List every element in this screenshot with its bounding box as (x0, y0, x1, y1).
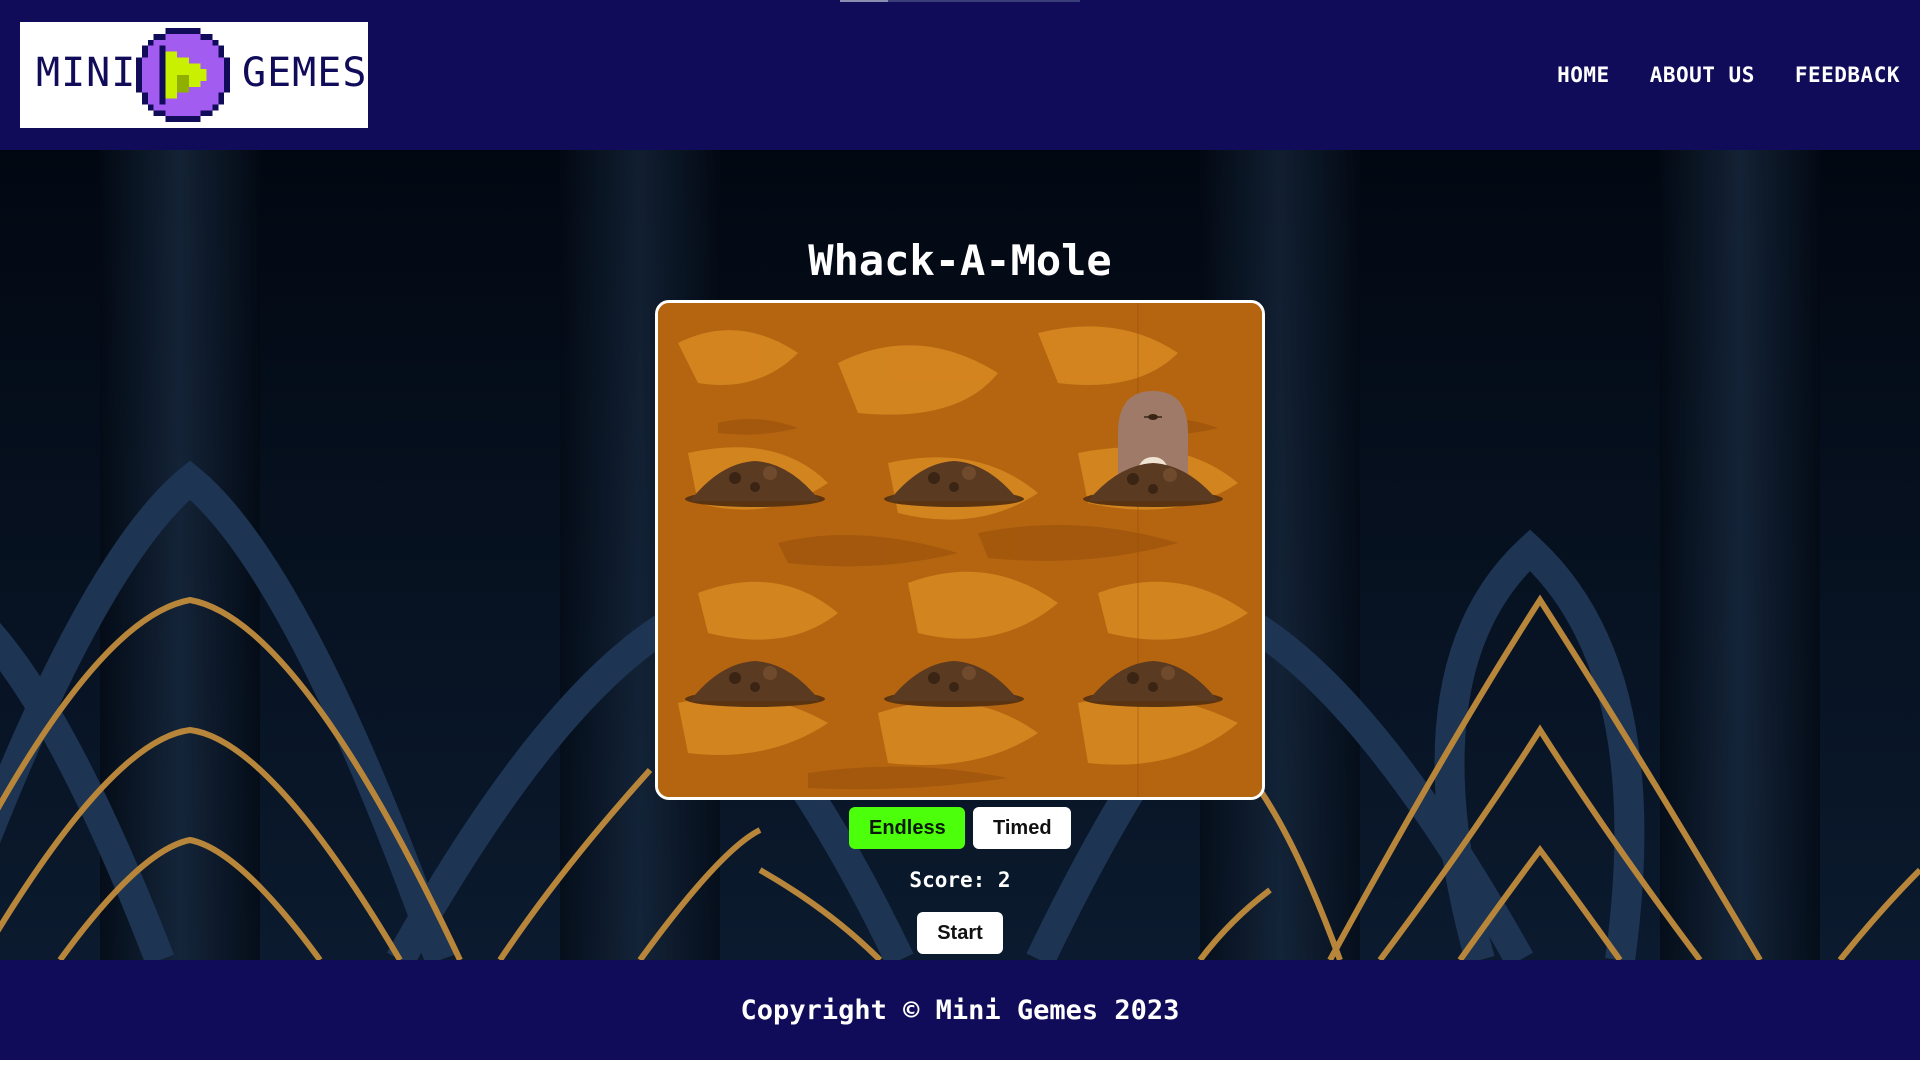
copyright-text: Copyright © Mini Gemes 2023 (740, 994, 1180, 1026)
nav-about-us-link[interactable]: ABOUT US (1650, 63, 1755, 87)
nav-home-link[interactable]: HOME (1557, 63, 1610, 87)
site-logo[interactable]: MINI GEMES (20, 22, 368, 128)
pixel-play-coin-icon (136, 28, 230, 122)
mode-selector: Endless Timed (0, 807, 1920, 849)
timed-mode-button[interactable]: Timed (973, 807, 1071, 849)
mole-hole-5[interactable] (879, 623, 1029, 713)
mole-hole-6[interactable] (1078, 623, 1228, 713)
mole-hole-2[interactable] (879, 423, 1029, 513)
mole-hole-1[interactable] (680, 423, 830, 513)
nav-feedback-link[interactable]: FEEDBACK (1795, 63, 1900, 87)
mole-hole-3[interactable] (1078, 373, 1228, 513)
logo-text-mini: MINI (36, 50, 137, 96)
mole-hole-4[interactable] (680, 623, 830, 713)
endless-mode-button[interactable]: Endless (849, 807, 965, 849)
main-nav: HOME ABOUT US FEEDBACK (1557, 0, 1900, 150)
game-title: Whack-A-Mole (808, 236, 1112, 286)
site-footer: Copyright © Mini Gemes 2023 (0, 960, 1920, 1060)
score-display: Score: 2 (909, 868, 1011, 892)
header-scroll-indicator (840, 0, 1080, 2)
page-bottom (0, 1060, 1920, 1080)
logo-text-gemes: GEMES (242, 50, 368, 96)
start-button[interactable]: Start (917, 912, 1003, 954)
game-board[interactable] (655, 300, 1265, 800)
site-header: MINI GEMES HOME ABOUT US FEEDBACK (0, 0, 1920, 150)
game-section: Whack-A-Mole Endless Timed Score: 2 Star… (0, 150, 1920, 960)
